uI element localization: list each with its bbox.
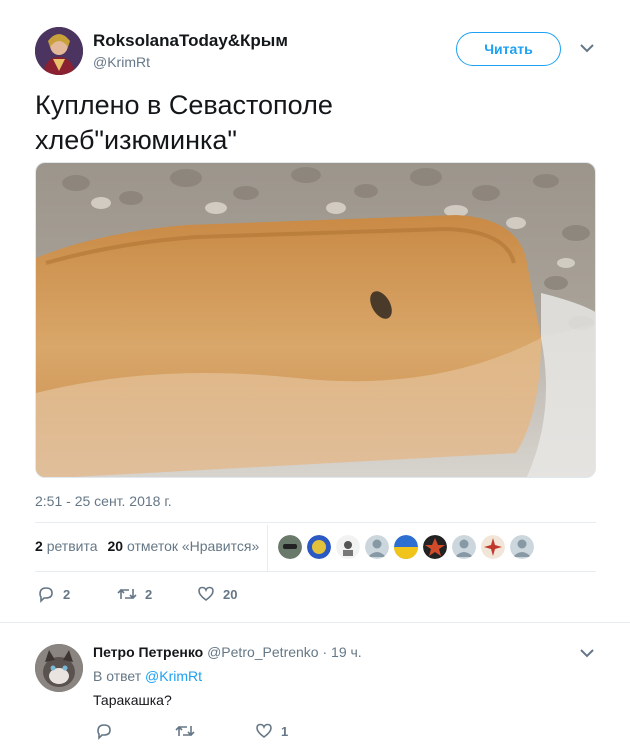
reply-author-name[interactable]: Петро Петренко	[93, 644, 203, 660]
follow-button[interactable]: Читать	[456, 32, 561, 66]
author-handle[interactable]: @KrimRt	[93, 54, 150, 70]
retweets-label: ретвита	[46, 538, 98, 554]
tweet-text-line: Куплено в Севастополе	[35, 90, 333, 120]
like-count: 20	[223, 586, 238, 602]
liker-avatar[interactable]	[452, 535, 476, 559]
in-reply-to: В ответ @KrimRt	[93, 668, 202, 684]
divider	[35, 571, 596, 572]
like-icon	[198, 586, 214, 601]
liker-avatar[interactable]	[278, 535, 302, 559]
retweet-icon	[117, 588, 137, 600]
like-button[interactable]: 20	[197, 585, 237, 603]
liker-avatar[interactable]	[394, 535, 418, 559]
reply-icon	[97, 724, 111, 740]
liker-avatar[interactable]	[481, 535, 505, 559]
reply-author-avatar[interactable]	[35, 644, 83, 692]
liker-avatar[interactable]	[336, 535, 360, 559]
tweet-stats: 2 ретвита 20 отметок «Нравится»	[35, 538, 259, 554]
like-button[interactable]: 1	[255, 722, 288, 740]
stats-separator	[267, 525, 268, 571]
liker-avatar[interactable]	[510, 535, 534, 559]
likers-avatars	[278, 535, 534, 559]
tweet-timestamp[interactable]: 2:51 - 25 сент. 2018 г.	[35, 493, 172, 509]
author-display-name[interactable]: RoksolanaToday&Крым	[93, 31, 288, 51]
retweet-button[interactable]	[175, 722, 203, 740]
divider	[35, 522, 596, 523]
author-avatar[interactable]	[35, 27, 83, 75]
reply-count: 2	[63, 586, 71, 602]
tweet-photo[interactable]	[35, 162, 596, 478]
like-icon	[256, 723, 272, 738]
reply-text: Таракашка?	[93, 692, 172, 708]
caret-down-icon[interactable]	[578, 646, 596, 660]
reply-button[interactable]	[95, 722, 121, 740]
in-reply-to-handle-link[interactable]: @KrimRt	[145, 668, 202, 684]
reply-author-meta[interactable]: @Petro_Petrenko · 19 ч.	[207, 644, 362, 660]
retweets-stat[interactable]: 2 ретвита	[35, 538, 98, 554]
retweet-icon	[175, 725, 195, 737]
retweets-count: 2	[35, 538, 43, 554]
like-count: 1	[281, 723, 289, 739]
likes-label: отметок «Нравится»	[126, 538, 260, 554]
divider	[0, 622, 630, 623]
likes-stat[interactable]: 20 отметок «Нравится»	[108, 538, 260, 554]
reply-button[interactable]: 2	[37, 585, 70, 603]
liker-avatar[interactable]	[307, 535, 331, 559]
liker-avatar[interactable]	[365, 535, 389, 559]
likes-count: 20	[107, 538, 124, 554]
tweet-text-line: хлеб"изюминка"	[35, 125, 237, 155]
retweet-count: 2	[145, 586, 153, 602]
liker-avatar[interactable]	[423, 535, 447, 559]
reply-icon	[39, 587, 53, 603]
in-reply-to-prefix: В ответ	[93, 668, 142, 684]
caret-down-icon[interactable]	[578, 41, 596, 55]
retweet-button[interactable]: 2	[117, 585, 152, 603]
tweet-text: Куплено в Севастополе хлеб"изюминка"	[35, 88, 595, 158]
reply-header: Петро Петренко @Petro_Petrenko · 19 ч.	[93, 644, 362, 660]
